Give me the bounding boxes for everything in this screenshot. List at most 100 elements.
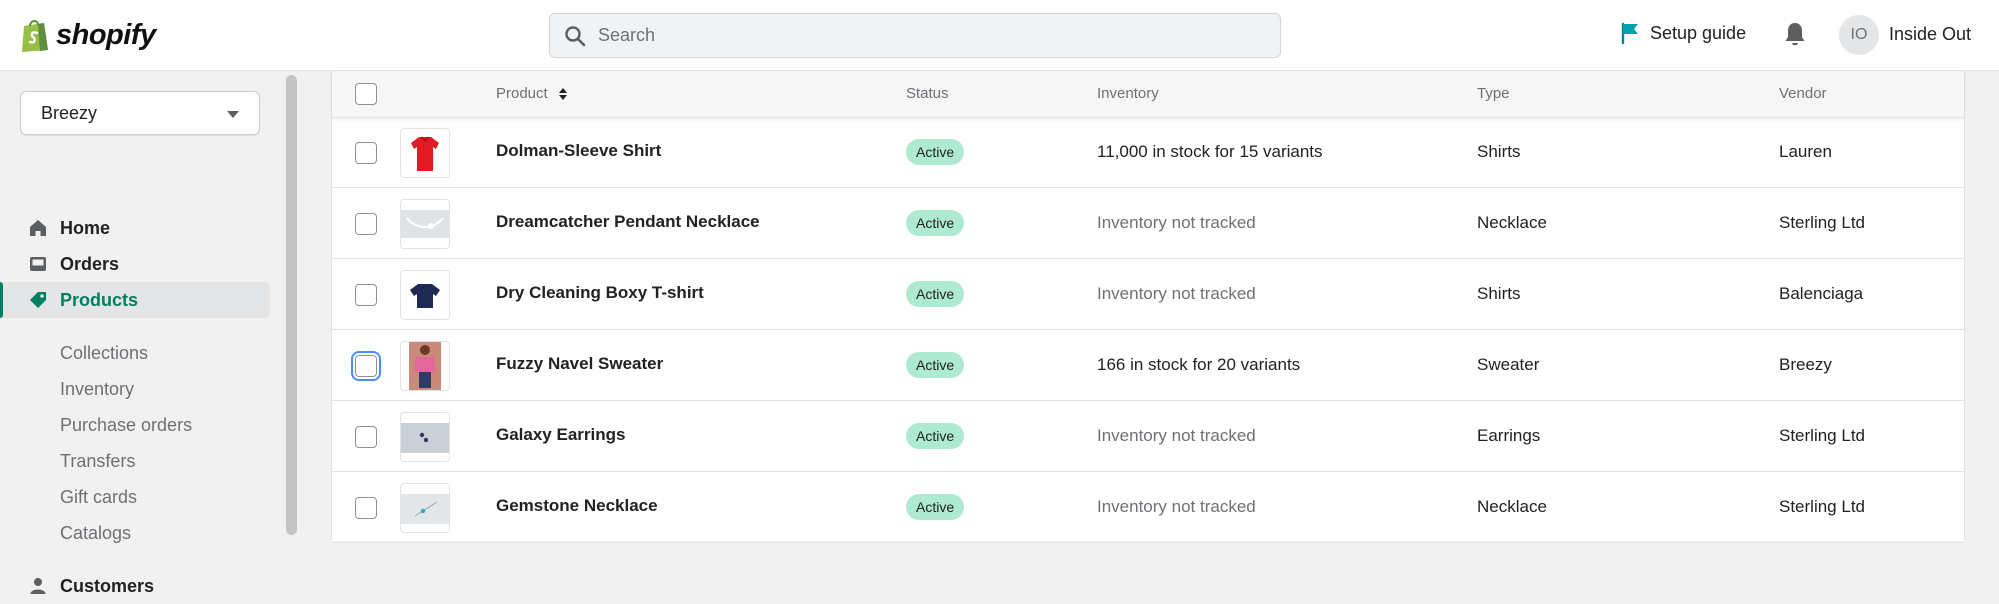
type-cell: Earrings [1477, 426, 1541, 445]
status-badge: Active [906, 423, 965, 449]
avatar[interactable]: IO [1839, 15, 1879, 55]
vendor-cell: Balenciaga [1779, 284, 1864, 303]
product-thumbnail[interactable] [400, 270, 450, 320]
sidebar: Breezy Home Orders Products Collections … [0, 71, 285, 596]
person-icon [30, 578, 46, 594]
vendor-cell: Sterling Ltd [1779, 426, 1865, 445]
search-icon [565, 25, 586, 46]
row-checkbox[interactable] [355, 213, 377, 235]
top-bar: shopify Search Setup guide IO Inside Out [0, 0, 1999, 71]
vendor-cell: Sterling Ltd [1779, 213, 1865, 232]
earrings-image [401, 423, 449, 453]
product-thumbnail[interactable] [400, 412, 450, 462]
row-checkbox[interactable] [355, 142, 377, 164]
product-thumbnail[interactable] [400, 199, 450, 249]
status-badge: Active [906, 494, 965, 520]
table-row[interactable]: Fuzzy Navel Sweater Active 166 in stock … [332, 330, 1964, 401]
inventory-cell: Inventory not tracked [1097, 284, 1256, 303]
sidebar-item-label: Orders [60, 253, 120, 274]
table-row[interactable]: Gemstone Necklace Active Inventory not t… [332, 472, 1964, 543]
sidebar-subitem-gift-cards[interactable]: Gift cards [60, 487, 137, 508]
sidebar-item-home[interactable]: Home [0, 210, 270, 246]
type-cell: Necklace [1477, 213, 1547, 232]
shopify-logo[interactable]: shopify [20, 17, 156, 53]
status-badge: Active [906, 281, 965, 307]
column-header-status: Status [906, 85, 949, 102]
sidebar-scrollbar[interactable] [286, 75, 297, 535]
navy-tshirt-image [410, 284, 440, 308]
search-placeholder: Search [598, 25, 656, 45]
inventory-cell: Inventory not tracked [1097, 426, 1256, 445]
row-checkbox[interactable] [355, 497, 377, 519]
table-row[interactable]: Dolman-Sleeve Shirt Active 11,000 in sto… [332, 117, 1964, 188]
tag-icon [30, 292, 46, 308]
store-selector[interactable]: Breezy [20, 91, 260, 135]
brand-name: shopify [56, 18, 156, 51]
row-checkbox[interactable] [355, 426, 377, 448]
inventory-cell: 11,000 in stock for 15 variants [1097, 142, 1323, 161]
table-row[interactable]: Galaxy Earrings Active Inventory not tra… [332, 401, 1964, 472]
product-name[interactable]: Fuzzy Navel Sweater [496, 354, 663, 374]
column-header-vendor: Vendor [1779, 85, 1827, 102]
red-shirt-image [411, 136, 439, 171]
row-checkbox[interactable] [351, 351, 381, 381]
sidebar-item-label: Customers [60, 575, 155, 596]
vendor-cell: Sterling Ltd [1779, 497, 1865, 516]
sidebar-subitem-transfers[interactable]: Transfers [60, 451, 135, 472]
home-icon [30, 220, 46, 236]
flag-icon [1621, 22, 1638, 44]
sidebar-subitem-collections[interactable]: Collections [60, 343, 148, 364]
necklace-image [401, 210, 449, 238]
column-header-type: Type [1477, 85, 1510, 102]
table-row[interactable]: Dreamcatcher Pendant Necklace Active Inv… [332, 188, 1964, 259]
active-indicator [0, 282, 3, 318]
product-thumbnail[interactable] [400, 128, 450, 178]
product-name[interactable]: Dreamcatcher Pendant Necklace [496, 212, 760, 232]
orders-icon [30, 257, 46, 271]
select-all-checkbox[interactable] [355, 83, 377, 105]
status-badge: Active [906, 352, 965, 378]
vendor-cell: Breezy [1779, 355, 1832, 374]
type-cell: Shirts [1477, 142, 1521, 161]
shopify-bag-icon [22, 20, 48, 52]
avatar-initials: IO [1850, 26, 1868, 43]
bell-icon[interactable] [1783, 20, 1807, 48]
search-input[interactable]: Search [549, 13, 1281, 58]
products-table: Product Status Inventory Type Vendor Dol… [331, 71, 1965, 543]
status-badge: Active [906, 210, 965, 236]
type-cell: Necklace [1477, 497, 1547, 516]
sort-icon[interactable] [558, 87, 568, 101]
inventory-cell: 166 in stock for 20 variants [1097, 355, 1301, 374]
table-header: Product Status Inventory Type Vendor [332, 71, 1964, 118]
product-name[interactable]: Galaxy Earrings [496, 425, 625, 445]
column-header-product[interactable]: Product [496, 85, 568, 102]
sidebar-item-label: Products [60, 289, 139, 310]
sidebar-subitem-purchase-orders[interactable]: Purchase orders [60, 415, 192, 436]
product-name[interactable]: Dry Cleaning Boxy T-shirt [496, 283, 704, 303]
pink-sweater-image [409, 342, 441, 390]
inventory-cell: Inventory not tracked [1097, 213, 1256, 232]
product-thumbnail[interactable] [400, 483, 450, 533]
gemstone-necklace-image [401, 494, 449, 524]
table-row[interactable]: Dry Cleaning Boxy T-shirt Active Invento… [332, 259, 1964, 330]
row-checkbox[interactable] [355, 284, 377, 306]
column-header-inventory: Inventory [1097, 85, 1159, 102]
product-thumbnail[interactable] [400, 341, 450, 391]
inventory-cell: Inventory not tracked [1097, 497, 1256, 516]
type-cell: Sweater [1477, 355, 1540, 374]
sidebar-item-orders[interactable]: Orders [0, 246, 270, 282]
product-name[interactable]: Dolman-Sleeve Shirt [496, 141, 661, 161]
type-cell: Shirts [1477, 284, 1521, 303]
status-badge: Active [906, 139, 965, 165]
vendor-cell: Lauren [1779, 142, 1832, 161]
sidebar-item-products[interactable]: Products [0, 282, 270, 318]
product-name[interactable]: Gemstone Necklace [496, 496, 658, 516]
store-name[interactable]: Inside Out [1889, 24, 1971, 45]
caret-down-icon [227, 111, 239, 118]
store-selector-value: Breezy [41, 103, 98, 123]
setup-guide-button[interactable]: Setup guide [1620, 22, 1746, 44]
sidebar-subitem-catalogs[interactable]: Catalogs [60, 523, 131, 544]
sidebar-subitem-inventory[interactable]: Inventory [60, 379, 134, 400]
sidebar-item-label: Home [60, 217, 111, 238]
sidebar-item-customers[interactable]: Customers [0, 568, 270, 604]
